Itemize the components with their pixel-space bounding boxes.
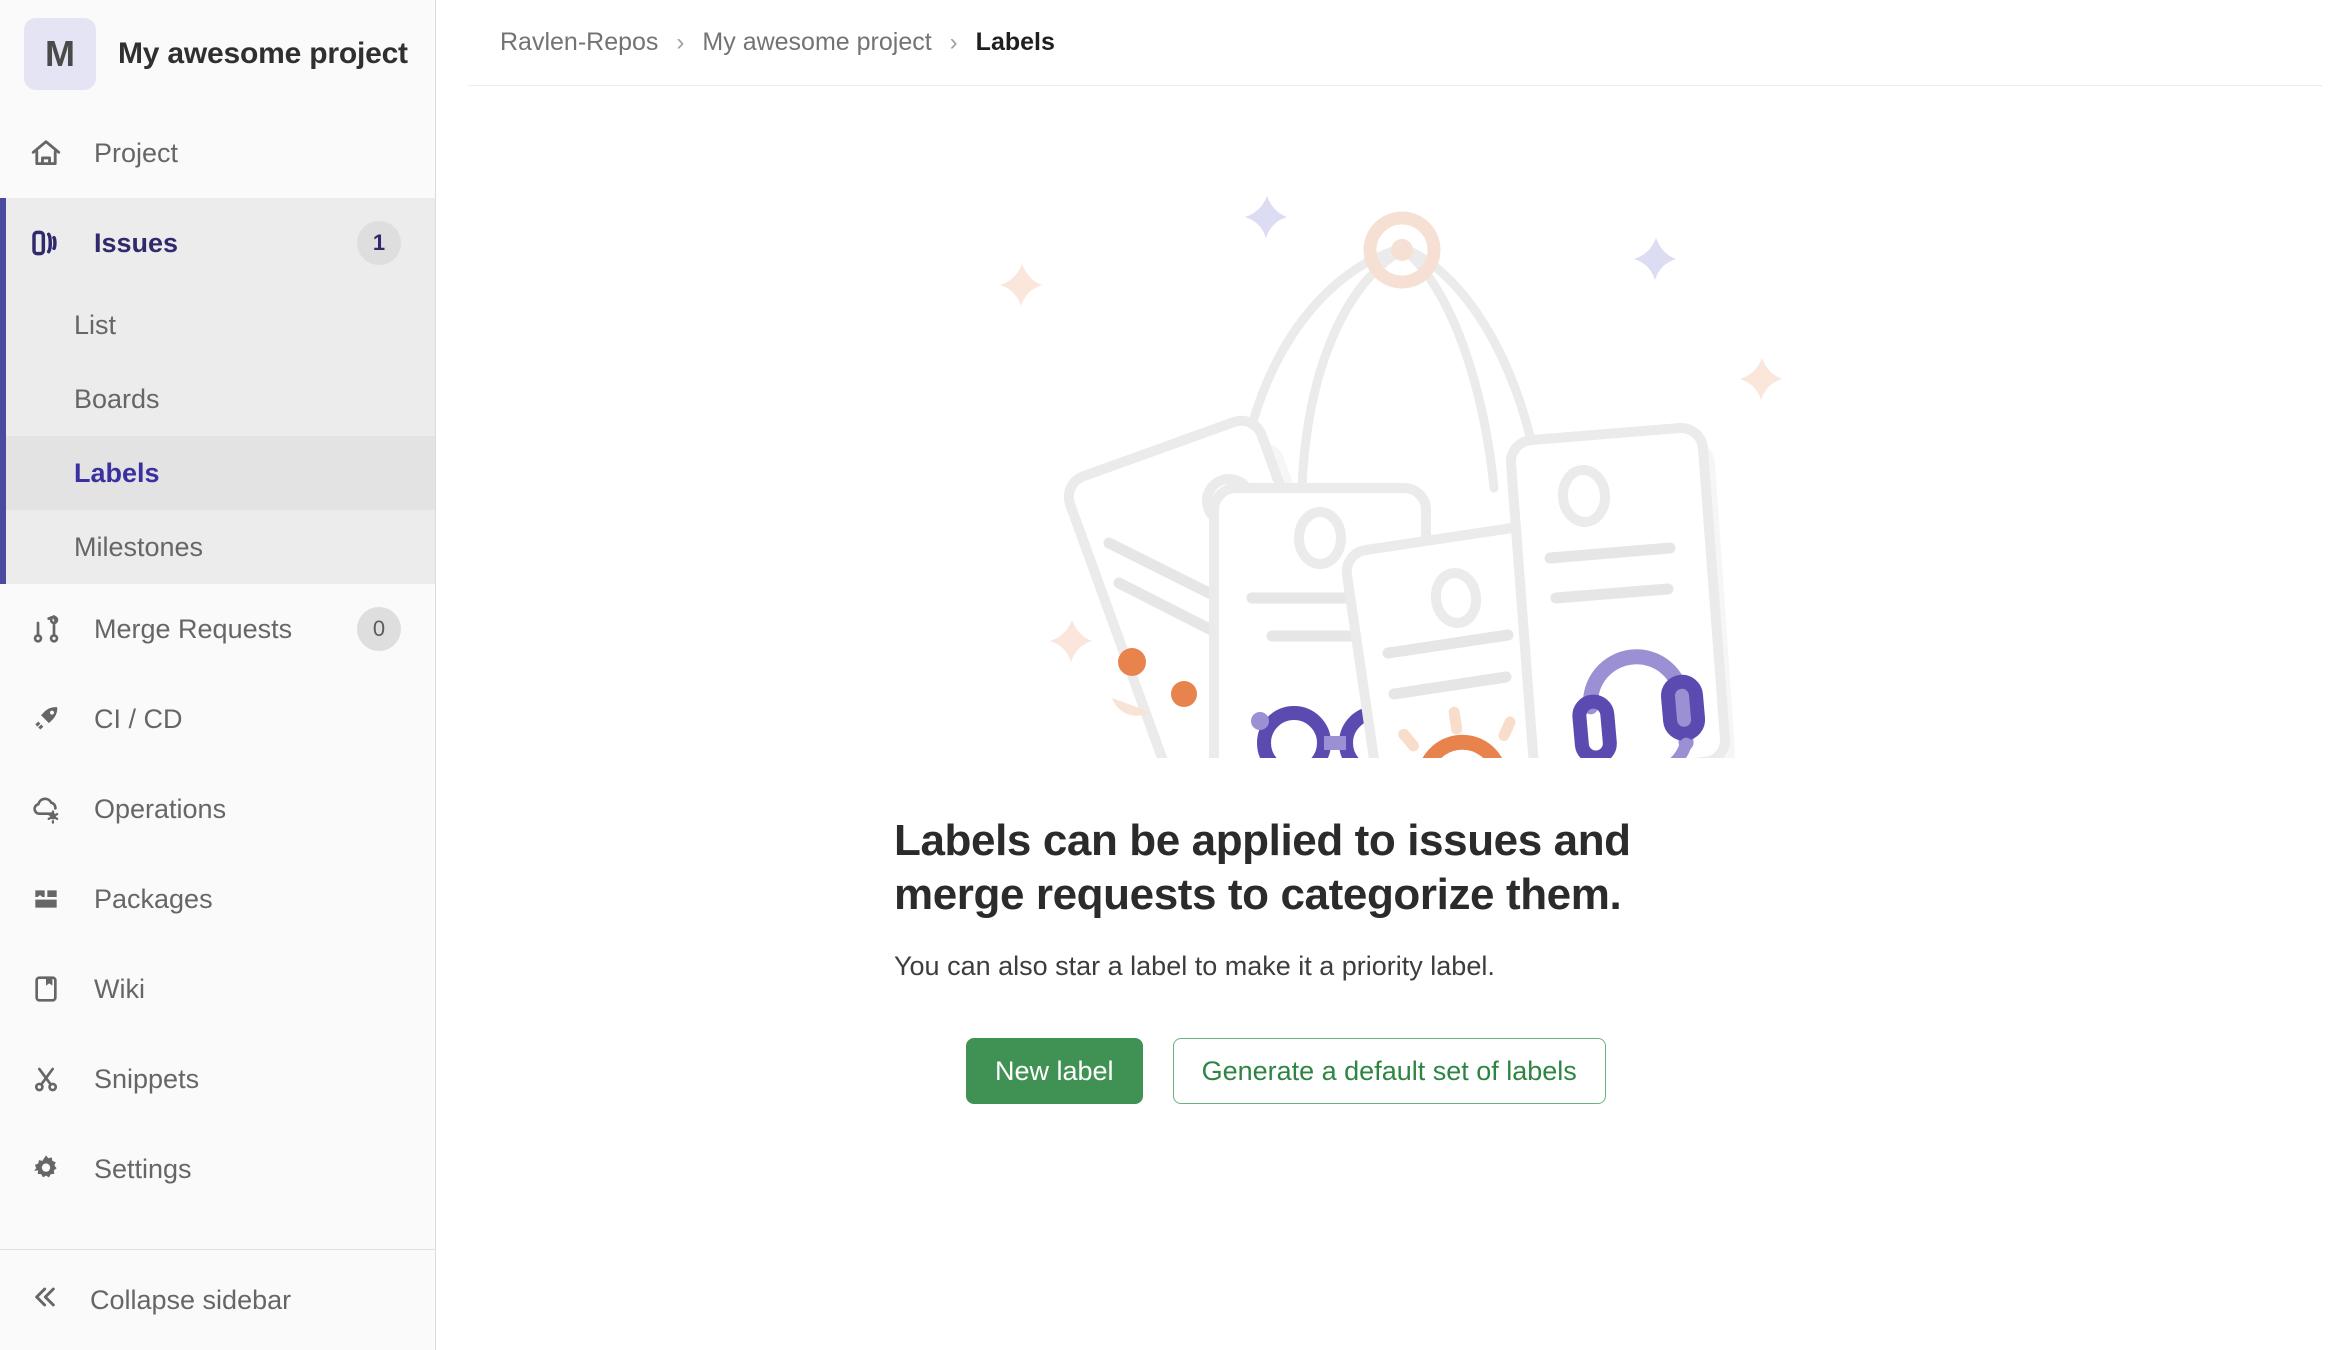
- sidebar-nav: Project Issues 1 List Boards Labels Mile…: [0, 108, 435, 1249]
- sidebar-item-settings[interactable]: Settings: [0, 1124, 435, 1214]
- sidebar-item-labels[interactable]: Labels: [0, 436, 435, 510]
- empty-state-title: Labels can be applied to issues and merg…: [894, 816, 1631, 919]
- main-content: Ravlen-Repos › My awesome project › Labe…: [436, 0, 2352, 1350]
- breadcrumb-item-project[interactable]: My awesome project: [702, 28, 931, 57]
- breadcrumb-separator-icon: ›: [949, 28, 958, 56]
- tag-card-4: [1506, 423, 1730, 758]
- home-icon: [28, 135, 64, 171]
- merge-requests-count-badge: 0: [357, 607, 401, 651]
- new-label-button[interactable]: New label: [966, 1038, 1143, 1105]
- chevrons-left-icon: [28, 1281, 60, 1320]
- sidebar-item-operations[interactable]: Operations: [0, 764, 435, 854]
- sidebar-item-label: Packages: [94, 883, 213, 914]
- subnav-item-label: Labels: [74, 457, 160, 488]
- gear-icon: [28, 1151, 64, 1187]
- breadcrumb-item-current: Labels: [975, 28, 1055, 56]
- breadcrumb-separator-icon: ›: [676, 28, 685, 56]
- sidebar-item-label: Merge Requests: [94, 613, 293, 644]
- breadcrumb-item-group[interactable]: Ravlen-Repos: [500, 28, 658, 57]
- issues-count-badge: 1: [357, 221, 401, 265]
- empty-state-actions: New label Generate a default set of labe…: [894, 1038, 1894, 1105]
- project-sidebar: M My awesome project Project Issues 1 Li…: [0, 0, 436, 1350]
- subnav-item-label: Milestones: [74, 531, 204, 562]
- subnav-item-label: Boards: [74, 383, 160, 414]
- sidebar-item-ci-cd[interactable]: CI / CD: [0, 674, 435, 764]
- project-title: My awesome project: [118, 37, 408, 70]
- generate-default-labels-button[interactable]: Generate a default set of labels: [1172, 1038, 1606, 1105]
- sidebar-item-wiki[interactable]: Wiki: [0, 944, 435, 1034]
- sidebar-item-issues[interactable]: Issues 1: [0, 198, 435, 288]
- project-avatar: M: [24, 18, 96, 90]
- snippet-icon: [28, 1061, 64, 1097]
- breadcrumb: Ravlen-Repos › My awesome project › Labe…: [500, 28, 1055, 57]
- sidebar-item-boards[interactable]: Boards: [0, 362, 435, 436]
- subnav-item-label: List: [74, 309, 117, 340]
- labels-empty-state: Labels can be applied to issues and merg…: [436, 86, 2352, 1350]
- sidebar-item-label: Operations: [94, 793, 227, 824]
- sidebar-item-label: Settings: [94, 1153, 192, 1184]
- rocket-icon: [28, 701, 64, 737]
- book-icon: [28, 971, 64, 1007]
- cloud-gear-icon: [28, 791, 64, 827]
- merge-request-icon: [28, 611, 64, 647]
- sidebar-item-packages[interactable]: Packages: [0, 854, 435, 944]
- sidebar-item-label: CI / CD: [94, 703, 183, 734]
- sidebar-item-milestones[interactable]: Milestones: [0, 510, 435, 584]
- collapse-sidebar-button[interactable]: Collapse sidebar: [0, 1250, 435, 1350]
- issues-subnav: List Boards Labels Milestones: [0, 288, 435, 584]
- sidebar-item-merge-requests[interactable]: Merge Requests 0: [0, 584, 435, 674]
- sidebar-item-project[interactable]: Project: [0, 108, 435, 198]
- sidebar-item-label: Snippets: [94, 1063, 200, 1094]
- empty-state-subtitle: You can also star a label to make it a p…: [894, 951, 1495, 982]
- sidebar-item-snippets[interactable]: Snippets: [0, 1034, 435, 1124]
- sidebar-item-list[interactable]: List: [0, 288, 435, 362]
- sidebar-footer: Collapse sidebar: [0, 1249, 435, 1350]
- sidebar-item-label: Project: [94, 137, 179, 168]
- illustration-wrapper: [894, 158, 1894, 758]
- hook-ring-icon: [1363, 211, 1441, 289]
- breadcrumb-bar: Ravlen-Repos › My awesome project › Labe…: [468, 0, 2322, 86]
- sidebar-item-label: Wiki: [94, 973, 145, 1004]
- project-header[interactable]: M My awesome project: [0, 0, 435, 108]
- dots-face-icon: [1118, 648, 1146, 676]
- collapse-sidebar-label: Collapse sidebar: [90, 1284, 292, 1315]
- issues-icon: [28, 225, 64, 261]
- app-root: M My awesome project Project Issues 1 Li…: [0, 0, 2352, 1350]
- sidebar-item-label: Issues: [94, 227, 179, 258]
- hanging-labels-illustration: [1000, 196, 1782, 758]
- package-icon: [28, 881, 64, 917]
